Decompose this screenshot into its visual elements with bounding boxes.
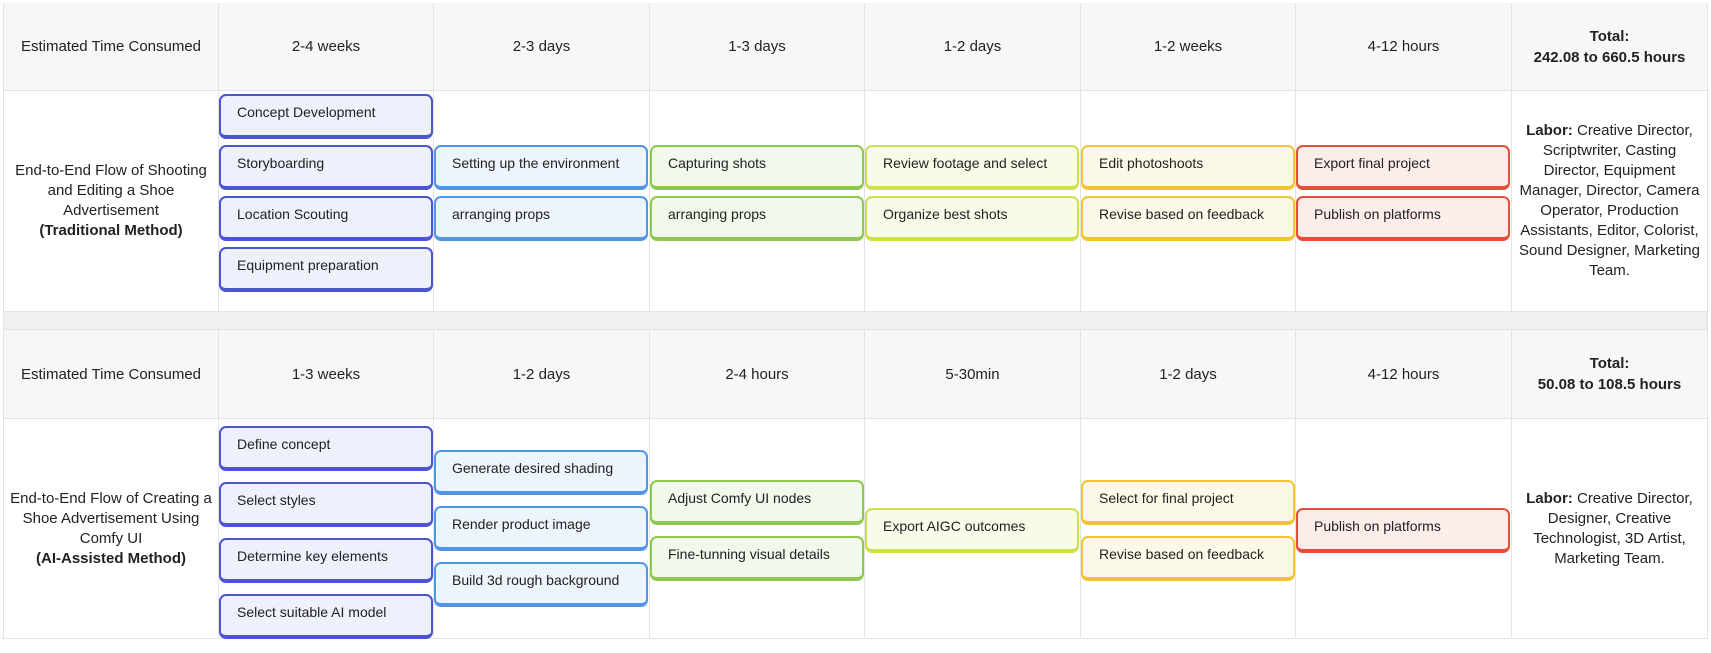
duration-ai-5: 1-2 days [1081,330,1296,419]
flow-method-text: (AI-Assisted Method) [36,549,186,567]
task-card: Revise based on feedback [1081,536,1295,581]
task-card: arranging props [650,196,864,241]
stage-traditional-6: Export final project Publish on platform… [1296,91,1512,312]
task-card: Export final project [1296,145,1510,190]
task-card: Publish on platforms [1296,508,1510,553]
total-traditional: Total: 242.08 to 660.5 hours [1512,3,1708,91]
duration-ai-6: 4-12 hours [1296,330,1512,419]
task-card: Select for final project [1081,480,1295,525]
total-value: 242.08 to 660.5 hours [1533,48,1686,66]
duration-ai-3: 2-4 hours [650,330,865,419]
stage-ai-1: Define concept Select styles Determine k… [219,419,434,639]
stage-ai-6: Publish on platforms [1296,419,1512,639]
stage-traditional-2: Setting up the environment arranging pro… [434,91,650,312]
duration-traditional-1: 2-4 weeks [219,3,434,91]
duration-traditional-3: 1-3 days [650,3,865,91]
task-card: Equipment preparation [219,247,433,292]
task-card: Build 3d rough background [434,562,648,607]
stage-ai-4: Export AIGC outcomes [865,419,1081,639]
stage-ai-2: Generate desired shading Render product … [434,419,650,639]
stage-traditional-1: Concept Development Storyboarding Locati… [219,91,434,312]
task-card: Revise based on feedback [1081,196,1295,241]
labor-traditional: Labor: Creative Director, Scriptwriter, … [1512,91,1708,312]
labor-ai: Labor: Creative Director, Designer, Crea… [1512,419,1708,639]
task-card: Review footage and select [865,145,1079,190]
stage-traditional-5: Edit photoshoots Revise based on feedbac… [1081,91,1296,312]
duration-traditional-4: 1-2 days [865,3,1081,91]
flow-method-text: (Traditional Method) [39,222,183,239]
task-card: Location Scouting [219,196,433,241]
duration-traditional-2: 2-3 days [434,3,650,91]
task-card: Fine-tunning visual details [650,536,864,581]
duration-ai-2: 1-2 days [434,330,650,419]
flow-title-text: End-to-End Flow of Creating a Shoe Adver… [10,489,212,547]
time-label-traditional: Estimated Time Consumed [3,3,219,91]
stage-ai-5: Select for final project Revise based on… [1081,419,1296,639]
duration-traditional-6: 4-12 hours [1296,3,1512,91]
task-card: Capturing shots [650,145,864,190]
labor-label: Labor: [1526,122,1573,139]
task-card: Storyboarding [219,145,433,190]
task-card: Export AIGC outcomes [865,508,1079,553]
flow-title-ai: End-to-End Flow of Creating a Shoe Adver… [3,419,219,639]
task-card: Determine key elements [219,538,433,583]
total-label: Total: [1589,27,1630,45]
task-card: Render product image [434,506,648,551]
total-value: 50.08 to 108.5 hours [1537,376,1682,393]
process-comparison-table: Estimated Time Consumed 2-4 weeks 2-3 da… [3,3,1708,639]
duration-ai-4: 5-30min [865,330,1081,419]
labor-label: Labor: [1526,489,1573,507]
flow-title-traditional: End-to-End Flow of Shooting and Editing … [3,91,219,312]
stage-traditional-3: Capturing shots arranging props [650,91,865,312]
task-card: Concept Development [219,94,433,139]
stage-ai-3: Adjust Comfy UI nodes Fine-tunning visua… [650,419,865,639]
flow-title-text: End-to-End Flow of Shooting and Editing … [15,162,207,219]
duration-traditional-5: 1-2 weeks [1081,3,1296,91]
labor-text: Creative Director, Scriptwriter, Casting… [1519,122,1700,279]
total-label: Total: [1589,355,1630,372]
total-ai: Total: 50.08 to 108.5 hours [1512,330,1708,419]
task-card: Select suitable AI model [219,594,433,639]
stage-traditional-4: Review footage and select Organize best … [865,91,1081,312]
task-card: Setting up the environment [434,145,648,190]
task-card: Define concept [219,426,433,471]
task-card: Publish on platforms [1296,196,1510,241]
time-label-ai: Estimated Time Consumed [3,330,219,419]
duration-ai-1: 1-3 weeks [219,330,434,419]
task-card: Edit photoshoots [1081,145,1295,190]
task-card: Adjust Comfy UI nodes [650,480,864,525]
task-card: arranging props [434,196,648,241]
task-card: Generate desired shading [434,450,648,495]
task-card: Select styles [219,482,433,527]
section-divider [3,312,1708,330]
task-card: Organize best shots [865,196,1079,241]
